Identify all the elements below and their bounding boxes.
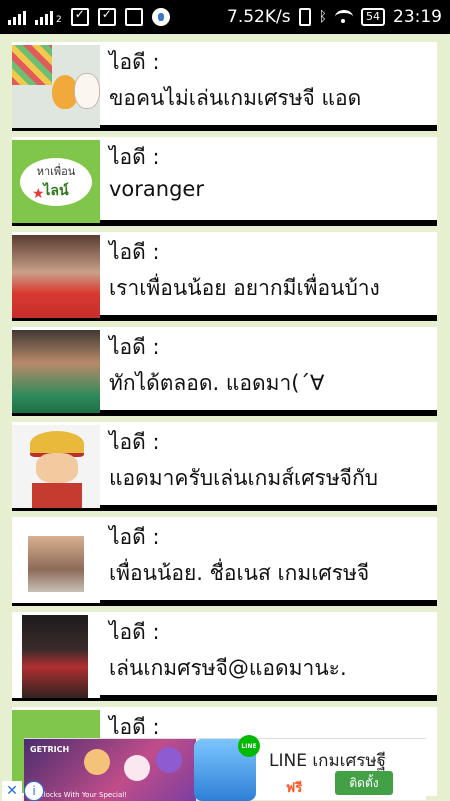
id-label: ไอดี :	[109, 145, 160, 169]
avatar-text-line1: หาเพื่อน	[36, 165, 76, 178]
bluetooth-icon: ᛒ	[318, 9, 327, 25]
list-item[interactable]: ไอดี : เล่นเกมศรษจี@แอดมานะ.	[12, 612, 437, 701]
clock: 23:19	[393, 7, 442, 27]
ad-image[interactable]: GETRICH All Blocks With Your Special!	[24, 739, 196, 801]
status-bar: 2 7.52K/s ᛒ 54 23:19	[0, 0, 450, 34]
line-badge: LINE	[238, 735, 260, 757]
avatar: หาเพื่อน ไลน์ ★	[12, 140, 100, 223]
battery-icon: 54	[361, 8, 385, 26]
list-item[interactable]: ไอดี : เพื่อนน้อย. ชื่อเนส เกมเศรษจี	[12, 517, 437, 606]
id-label: ไอดี :	[109, 525, 160, 549]
avatar	[12, 235, 100, 318]
battery-level: 54	[366, 10, 380, 23]
list-item[interactable]: หาเพื่อน ไลน์ ★ ไอดี : voranger	[12, 137, 437, 226]
ad-banner[interactable]: ✕ GETRICH All Blocks With Your Special! …	[2, 735, 426, 801]
list-item[interactable]: ไอดี : เราเพื่อนน้อย อยากมีเพื่อนบ้าง	[12, 232, 437, 321]
clipboard-icon	[70, 7, 89, 26]
signal-2-icon: 2	[35, 9, 62, 25]
user-name: ทักได้ตลอด. แอดมา(´∀	[109, 371, 325, 395]
list-item[interactable]: ไอดี : ทักได้ตลอด. แอดมา(´∀	[12, 327, 437, 416]
avatar-text-line2: ไลน์	[43, 183, 69, 199]
avatar	[12, 45, 100, 128]
clipboard-check-icon	[97, 7, 116, 26]
user-name: แอดมาครับเล่นเกมส์เศรษจีกับ	[109, 466, 379, 490]
install-button[interactable]: ติดตั้ง	[335, 771, 393, 795]
id-label: ไอดี :	[109, 50, 160, 74]
ad-title: LINE เกมเศรษฐี	[269, 751, 386, 771]
ad-price: ฟรี	[286, 781, 303, 796]
list-item[interactable]: ไอดี : แอดมาครับเล่นเกมส์เศรษจีกับ	[12, 422, 437, 511]
user-name: voranger	[109, 177, 204, 201]
avatar	[12, 425, 100, 508]
user-name: เล่นเกมศรษจี@แอดมานะ.	[109, 656, 347, 680]
ad-app-icon[interactable]: LINE	[194, 735, 260, 801]
list-item[interactable]: ไอดี : ขอคนไม่เล่นเกมเศรษจี แอด	[12, 42, 437, 131]
user-name: เพื่อนน้อย. ชื่อเนส เกมเศรษจี	[109, 561, 370, 585]
info-icon[interactable]: i	[24, 781, 44, 801]
id-label: ไอดี :	[109, 620, 160, 644]
id-label: ไอดี :	[109, 335, 160, 359]
avatar	[12, 615, 100, 698]
user-name: เราเพื่อนน้อย อยากมีเพื่อนบ้าง	[109, 276, 380, 300]
user-name: ขอคนไม่เล่นเกมเศรษจี แอด	[109, 86, 362, 110]
avatar	[12, 520, 100, 603]
avatar	[12, 330, 100, 413]
messenger-icon	[151, 8, 170, 26]
star-icon: ★	[32, 186, 45, 202]
ad-brand: GETRICH	[30, 745, 70, 754]
signal-icon	[8, 9, 26, 25]
vibrate-icon	[298, 8, 311, 26]
id-label: ไอดี :	[109, 430, 160, 454]
image-icon	[124, 8, 143, 26]
close-icon[interactable]: ✕	[2, 781, 22, 801]
network-speed: 7.52K/s	[227, 7, 291, 27]
id-label: ไอดี :	[109, 240, 160, 264]
wifi-icon	[335, 10, 353, 24]
